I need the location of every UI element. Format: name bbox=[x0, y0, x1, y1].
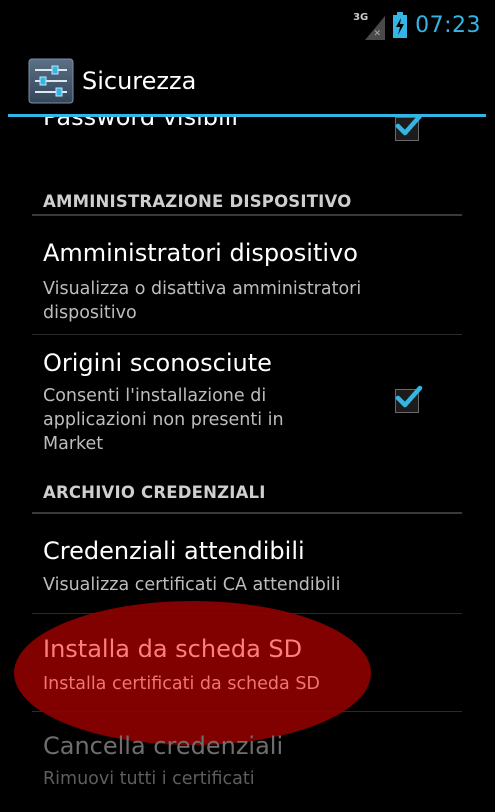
unknown-sources-checkbox[interactable] bbox=[395, 385, 423, 413]
item-subtitle: Market bbox=[43, 434, 104, 454]
item-title: Amministratori dispositivo bbox=[43, 239, 358, 267]
item-subtitle: Visualizza o disattiva amministratori bbox=[43, 279, 362, 299]
page-title: Sicurezza bbox=[82, 67, 197, 95]
password-visible-checkbox[interactable] bbox=[395, 117, 423, 141]
item-title: Password visibili bbox=[43, 117, 239, 131]
settings-list: Password visibili AMMINISTRAZIONE DISPOS… bbox=[0, 117, 495, 812]
settings-sliders-icon[interactable] bbox=[28, 58, 74, 104]
section-divider bbox=[32, 214, 462, 216]
status-bar: 3G ✕ 07:23 bbox=[0, 0, 495, 50]
item-subtitle: dispositivo bbox=[43, 303, 137, 323]
section-header-device-admin: AMMINISTRAZIONE DISPOSITIVO bbox=[43, 192, 352, 211]
item-title: Origini sconosciute bbox=[43, 349, 272, 377]
status-icons: 3G ✕ 07:23 bbox=[353, 10, 481, 40]
item-subtitle: applicazioni non presenti in bbox=[43, 410, 284, 430]
item-title: Cancella credenziali bbox=[43, 732, 284, 760]
item-subtitle: Visualizza certificati CA attendibili bbox=[43, 575, 341, 595]
signal-icon: 3G ✕ bbox=[353, 10, 386, 40]
item-subtitle: Rimuovi tutti i certificati bbox=[43, 769, 255, 789]
item-title: Installa da scheda SD bbox=[43, 635, 303, 663]
battery-charging-icon bbox=[393, 12, 408, 38]
item-subtitle: Installa certificati da scheda SD bbox=[43, 674, 320, 694]
clock: 07:23 bbox=[415, 12, 481, 38]
row-divider bbox=[32, 711, 462, 712]
section-header-credential-storage: ARCHIVIO CREDENZIALI bbox=[43, 483, 266, 502]
section-divider bbox=[32, 512, 462, 514]
action-bar: Sicurezza bbox=[0, 50, 495, 114]
row-divider bbox=[32, 334, 462, 335]
item-title: Credenziali attendibili bbox=[43, 537, 305, 565]
item-subtitle: Consenti l'installazione di bbox=[43, 386, 267, 406]
